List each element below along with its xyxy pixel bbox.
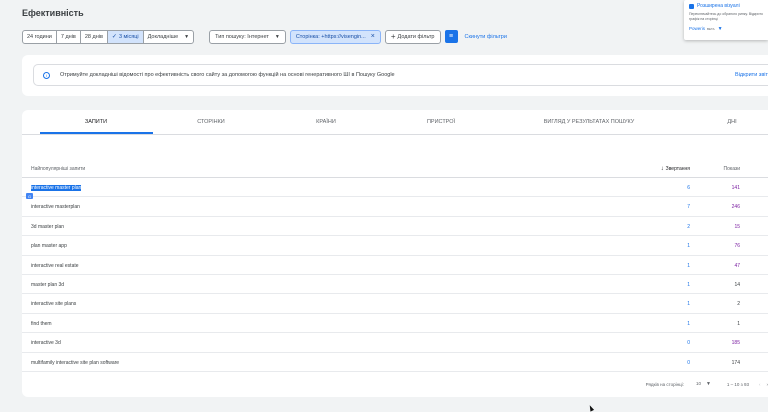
tab-queries[interactable]: ЗАПИТИ <box>85 119 107 125</box>
tab-pages[interactable]: СТОРІНКИ <box>197 119 225 125</box>
clicks-cell: 0 <box>687 340 690 347</box>
page-title: Ефективність <box>22 8 84 18</box>
impressions-cell: 14 <box>734 282 740 288</box>
chevron-down-icon: ▼ <box>705 381 711 387</box>
popup-title[interactable]: Розширена візуалі <box>697 3 740 9</box>
performance-table-card: ЗАПИТИ СТОРІНКИ КРАЇНИ ПРИСТРОЇ ВИГЛЯД У… <box>22 110 768 397</box>
clicks-cell: 1 <box>687 262 690 269</box>
chevron-down-icon: ▼ <box>274 33 280 40</box>
impressions-cell: 15 <box>734 223 740 230</box>
table-row[interactable]: 3d master plan 2 15 <box>22 217 768 237</box>
table-row[interactable]: interactive masterplan 7 246 <box>22 197 768 217</box>
chevron-down-icon: ▼ <box>184 33 190 40</box>
impressions-cell: 141 <box>731 185 740 191</box>
tab-devices[interactable]: ПРИСТРОЇ <box>427 119 455 125</box>
filter-icon: ≡ <box>448 33 454 40</box>
date-range-3m-label: 3 місяці <box>118 33 139 40</box>
chevron-left-icon[interactable]: ‹ <box>759 382 761 387</box>
query-cell: interactive master plan <box>31 185 82 191</box>
clicks-cell: 2 <box>687 223 690 230</box>
extension-popup: Розширена візуалі Переключайтесь до обра… <box>684 0 768 40</box>
table-row[interactable]: interactive real estate 1 47 <box>22 256 768 275</box>
date-range-7d[interactable]: 7 днів <box>57 30 81 43</box>
plus-icon: + <box>390 31 396 41</box>
impressions-cell: 174 <box>731 359 740 366</box>
impressions-cell: 185 <box>731 340 740 347</box>
rows-per-page-value: 10 <box>695 381 701 386</box>
query-cell: interactive masterplan <box>31 204 80 211</box>
active-tab-indicator <box>40 132 153 134</box>
table-row[interactable]: interactive 3d 0 185 <box>22 333 768 353</box>
date-range-28d[interactable]: 28 днів <box>81 30 108 43</box>
date-range-selector: 24 години 7 днів 28 днів ✓ 3 місяці Докла… <box>22 29 195 44</box>
date-range-24h[interactable]: 24 години <box>23 30 57 43</box>
query-cell: 3d master plan <box>31 223 65 230</box>
open-report-link[interactable]: Відкрити звіт <box>735 72 768 78</box>
tab-dates[interactable]: ДНІ <box>727 119 736 125</box>
check-icon: ✓ <box>111 34 117 40</box>
query-cell: interactive 3d <box>31 340 61 347</box>
impressions-cell: 1 <box>737 320 740 327</box>
clicks-cell: 1 <box>687 320 690 327</box>
search-type-filter[interactable]: Тип пошуку: Інтернет ▼ <box>209 29 286 44</box>
chevron-down-icon[interactable]: ▼ <box>718 26 723 32</box>
header-clicks[interactable]: ↓ Звертання <box>661 166 690 172</box>
clicks-cell: 1 <box>687 243 690 250</box>
clicks-cell: 0 <box>687 359 690 366</box>
table-header: Найпопулярніші запити ↓ Звертання Покази <box>22 160 768 178</box>
mouse-cursor-icon <box>587 404 595 412</box>
tab-bar: ЗАПИТИ СТОРІНКИ КРАЇНИ ПРИСТРОЇ ВИГЛЯД У… <box>22 110 768 135</box>
query-cell: plan master app <box>31 243 67 250</box>
popup-footer-link[interactable]: Poweris <box>689 26 705 31</box>
impressions-cell: 47 <box>734 262 740 269</box>
tab-search-appearance[interactable]: ВИГЛЯД У РЕЗУЛЬТАТАХ ПОШУКУ <box>544 119 635 125</box>
filter-bar: 24 години 7 днів 28 днів ✓ 3 місяці Докла… <box>22 29 507 44</box>
info-banner: i Отримуйте докладніші відомості про ефе… <box>22 55 768 96</box>
query-cell: multifamily interactive site plan softwa… <box>31 359 120 366</box>
table-row[interactable]: interactive master plan 6 141 G <box>22 178 768 199</box>
query-cell: interactive site plans <box>31 301 77 308</box>
add-filter-label: Додати фільтр <box>397 33 435 40</box>
clicks-cell: 7 <box>687 204 690 211</box>
table-row[interactable]: multifamily interactive site plan softwa… <box>22 353 768 372</box>
date-range-3m[interactable]: ✓ 3 місяці <box>107 30 144 43</box>
add-filter-button[interactable]: + Додати фільтр <box>384 29 441 44</box>
arrow-down-icon: ↓ <box>660 166 664 172</box>
popup-text: Переключайтесь до обраного ринку. Відкри… <box>689 12 763 21</box>
clicks-cell: 6 <box>687 185 690 191</box>
pagination-range: 1 – 10 з 93 <box>726 381 749 387</box>
close-icon[interactable]: × <box>371 33 375 40</box>
header-impressions[interactable]: Покази <box>724 166 740 172</box>
query-cell: find them <box>31 320 52 327</box>
chart-icon <box>689 3 694 9</box>
table-row[interactable]: plan master app 1 76 <box>22 236 768 256</box>
date-range-more-label: Докладніше <box>147 33 179 40</box>
clicks-cell: 1 <box>687 301 690 308</box>
beta-badge: BETA <box>707 26 715 31</box>
table-row[interactable]: find them 1 1 <box>22 314 768 334</box>
query-cell: master plan 3d <box>31 282 65 288</box>
query-cell: interactive real estate <box>31 262 79 269</box>
rows-per-page-select[interactable]: 10 ▼ <box>696 381 711 387</box>
rows-per-page-label: Рядків на сторінці: <box>645 381 684 387</box>
reset-filters-link[interactable]: Скинути фільтри <box>465 34 507 40</box>
impressions-cell: 76 <box>734 243 740 250</box>
filter-settings-button[interactable]: ≡ <box>444 30 458 43</box>
page-filter-label: Сторінка: +https://visengin... <box>295 33 366 40</box>
table-row[interactable]: master plan 3d 1 14 <box>22 275 768 295</box>
search-type-label: Тип пошуку: Інтернет <box>215 33 269 40</box>
date-range-more[interactable]: Докладніше ▼ <box>144 31 193 43</box>
clicks-cell: 1 <box>687 282 690 288</box>
header-query: Найпопулярніші запити <box>31 166 86 172</box>
header-clicks-label: Звертання <box>665 166 690 172</box>
info-text: Отримуйте докладніші відомості про ефект… <box>60 72 395 78</box>
page-filter-chip[interactable]: Сторінка: +https://visengin... × <box>289 29 381 44</box>
table-row[interactable]: interactive site plans 1 2 <box>22 294 768 314</box>
tab-countries[interactable]: КРАЇНИ <box>316 119 336 125</box>
info-icon: i <box>43 71 50 79</box>
pagination: Рядків на сторінці: 10 ▼ 1 – 10 з 93 ‹ › <box>646 379 768 389</box>
impressions-cell: 246 <box>731 204 740 211</box>
impressions-cell: 2 <box>737 301 740 308</box>
